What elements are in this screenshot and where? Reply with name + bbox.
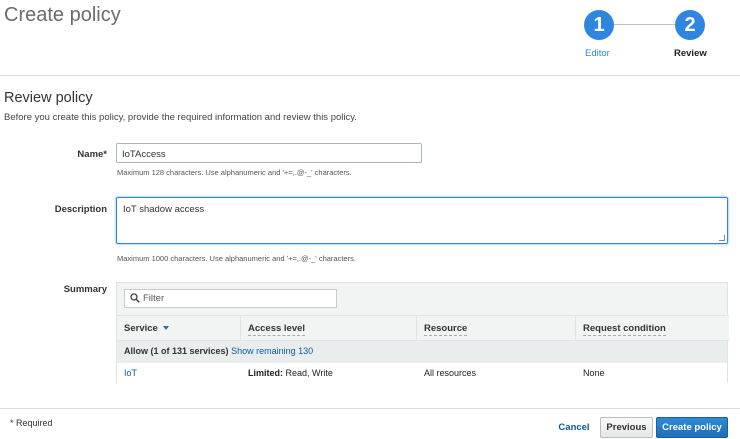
search-icon (130, 293, 140, 303)
description-label: Description (54, 204, 107, 215)
create-policy-button[interactable]: Create policy (656, 417, 728, 438)
page-title: Create policy (4, 4, 121, 26)
resize-handle-icon[interactable] (719, 235, 725, 241)
header-divider (0, 75, 740, 76)
footer-divider (0, 408, 740, 409)
description-hint: Maximum 1000 characters. Use alphanumeri… (117, 254, 356, 263)
access-level-cell: Limited: Read, Write (241, 363, 333, 384)
access-level-prefix: Limited: (248, 368, 283, 378)
allow-group-label: Allow (1 of 131 services) (124, 346, 229, 356)
summary-table: Filter Service Access level Resource Req… (116, 282, 729, 383)
description-textarea[interactable]: IoT shadow access (116, 197, 728, 244)
column-header-request-condition[interactable]: Request condition (576, 316, 727, 342)
access-level-value: Read, Write (283, 368, 333, 378)
column-request-condition-label: Request condition (583, 323, 666, 336)
column-resource-label: Resource (424, 323, 468, 336)
column-service-label: Service (124, 323, 158, 334)
sort-down-icon[interactable] (162, 326, 169, 330)
resource-cell: All resources (424, 368, 477, 378)
name-label: Name* (77, 149, 107, 160)
cancel-button[interactable]: Cancel (554, 418, 594, 438)
column-header-access-level[interactable]: Access level (241, 316, 417, 342)
table-header: Service Access level Resource Request co… (117, 315, 729, 342)
column-header-service[interactable]: Service (117, 316, 241, 342)
table-row: IoT Limited: Read, Write All resources N… (117, 362, 727, 383)
allow-group-row: Allow (1 of 131 services) Show remaining… (117, 341, 727, 362)
service-cell-iot[interactable]: IoT (117, 363, 137, 384)
review-description: Before you create this policy, provide t… (4, 112, 357, 123)
step-2-label: Review (674, 48, 707, 59)
name-input[interactable]: IoTAccess (116, 143, 422, 163)
step-1-label[interactable]: Editor (585, 48, 610, 59)
review-title: Review policy (4, 90, 93, 106)
request-condition-cell: None (583, 368, 605, 378)
show-remaining-link[interactable]: Show remaining 130 (231, 346, 313, 356)
stepper-connector (613, 24, 675, 25)
name-hint: Maximum 128 characters. Use alphanumeric… (117, 168, 352, 177)
required-note: * Required (10, 418, 53, 428)
previous-button[interactable]: Previous (600, 417, 653, 438)
description-value: IoT shadow access (123, 204, 205, 215)
step-2-circle: 2 (675, 10, 705, 40)
step-1-circle[interactable]: 1 (584, 10, 614, 40)
filter-input[interactable]: Filter (124, 289, 337, 308)
column-header-resource[interactable]: Resource (417, 316, 576, 342)
column-access-level-label: Access level (248, 323, 306, 336)
summary-label: Summary (63, 284, 107, 295)
filter-placeholder: Filter (143, 293, 165, 304)
